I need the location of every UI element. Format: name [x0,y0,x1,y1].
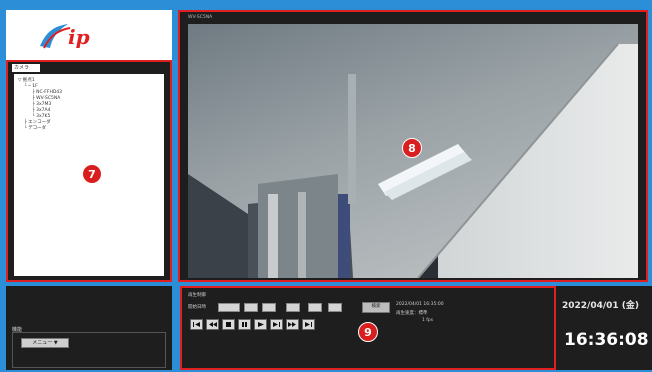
video-camera-label: WV-SC5NA [188,15,213,20]
clock-panel: 2022/04/01 (金) 16:36:08 [556,286,652,370]
callout-9: 9 [358,322,378,342]
pause-icon [242,322,247,327]
app-logo: ip [40,24,90,49]
playback-section-label: 再生制御 [188,293,206,298]
playback-control-panel: 再生制御 開始日時 検索 2022/04/01 16:35:00 再生速度：標準… [180,286,556,370]
live-video-panel: WV-SC5NA 8 [178,10,648,282]
year-field[interactable] [218,303,240,312]
rewind-button[interactable] [206,319,219,330]
rewind-icon [209,322,217,327]
tree-node-decoder[interactable]: └ デコーダ [24,126,46,132]
stop-icon [226,322,231,327]
start-time-label: 開始日時 [188,305,206,310]
skip-start-button[interactable] [190,319,203,330]
callout-7: 7 [82,164,102,184]
tree-tab[interactable]: カメラ [12,64,40,72]
clock-date: 2022/04/01 (金) [562,301,640,311]
logo-text: ip [68,25,90,49]
function-panel: 機能 メニュー ▼ [6,286,172,370]
pause-button[interactable] [238,319,251,330]
clock-time: 16:36:08 [564,330,649,350]
fast-forward-icon [288,322,296,327]
step-forward-button[interactable] [270,319,283,330]
minute-field[interactable] [308,303,322,312]
play-button[interactable] [254,319,267,330]
function-box: メニュー ▼ [12,332,166,368]
stop-button[interactable] [222,319,235,330]
second-field[interactable] [328,303,342,312]
month-field[interactable] [244,303,258,312]
logo-panel: ip [6,10,172,60]
playback-info-time: 2022/04/01 16:35:00 [396,302,444,307]
hour-field[interactable] [286,303,300,312]
callout-8: 8 [402,138,422,158]
search-button[interactable]: 検索 [362,302,390,313]
playback-info-fps: 1 fps [422,318,434,323]
step-forward-icon [273,322,280,327]
skip-end-button[interactable] [302,319,315,330]
day-field[interactable] [262,303,276,312]
menu-button[interactable]: メニュー ▼ [21,338,69,348]
skip-end-icon [305,322,312,327]
play-icon [258,322,264,327]
fast-forward-button[interactable] [286,319,299,330]
playback-info-speed: 再生速度：標準 [396,311,428,316]
skip-start-icon [193,322,200,327]
camera-tree-panel: カメラ ▽ 拠点1 └ ─ 1F ├ NC-FFHD43 ├ WV-SC5NA … [6,60,172,282]
